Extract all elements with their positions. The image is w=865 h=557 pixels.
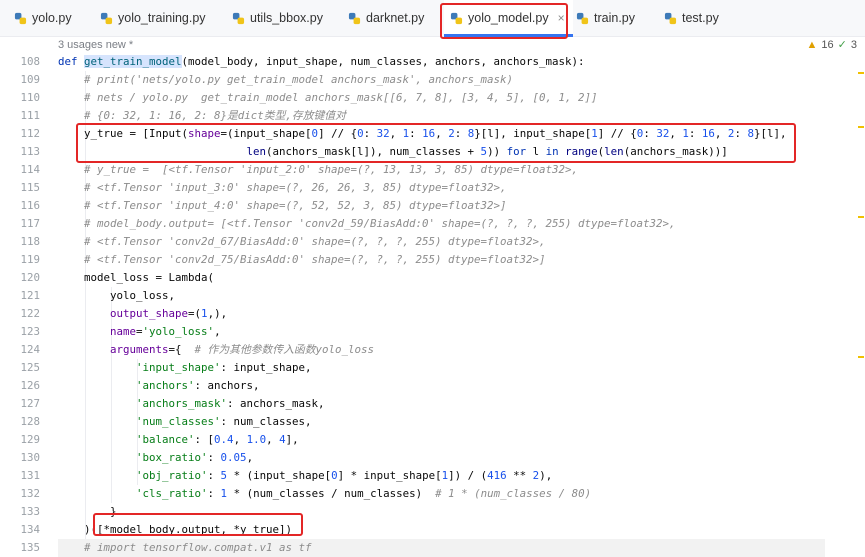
- line-number: 114: [20, 163, 40, 176]
- tab-label: yolo.py: [32, 11, 72, 25]
- line-number: 113: [20, 145, 40, 158]
- code-line-111[interactable]: # {0: 32, 1: 16, 2: 8}是dict类型,存放键值对: [58, 107, 346, 125]
- code-line-127[interactable]: 'anchors_mask': anchors_mask,: [58, 395, 325, 413]
- python-file-icon: [664, 12, 677, 24]
- code-line-133[interactable]: }: [58, 503, 117, 521]
- tab-label: train.py: [594, 11, 635, 25]
- line-number: 132: [20, 487, 40, 500]
- line-number: 130: [20, 451, 40, 464]
- line-number: 129: [20, 433, 40, 446]
- code-line-125[interactable]: 'input_shape': input_shape,: [58, 359, 312, 377]
- code-line-123[interactable]: name='yolo_loss',: [58, 323, 221, 341]
- tab-label: darknet.py: [366, 11, 425, 25]
- python-file-icon: [14, 12, 27, 24]
- code-line-120[interactable]: model_loss = Lambda(: [58, 269, 214, 287]
- line-number: 133: [20, 505, 40, 518]
- code-line-117[interactable]: # model_body.output= [<tf.Tensor 'conv2d…: [58, 215, 676, 233]
- line-number: 127: [20, 397, 40, 410]
- tab-label: utils_bbox.py: [250, 11, 323, 25]
- tab-test-py[interactable]: test.py: [664, 0, 719, 36]
- line-number: 131: [20, 469, 40, 482]
- code-line-121[interactable]: yolo_loss,: [58, 287, 175, 305]
- code-line-130[interactable]: 'box_ratio': 0.05,: [58, 449, 253, 467]
- code-line-124[interactable]: arguments={ # 作为其他参数传入函数yolo_loss: [58, 341, 374, 359]
- tab-darknet-py[interactable]: darknet.py: [348, 0, 424, 36]
- line-number: 135: [20, 541, 40, 554]
- line-number: 112: [20, 127, 40, 140]
- tab-yolo-py[interactable]: yolo.py: [14, 0, 72, 36]
- line-number: 126: [20, 379, 40, 392]
- python-file-icon: [348, 12, 361, 24]
- line-number: 117: [20, 217, 40, 230]
- code-line-113[interactable]: len(anchors_mask[l]), num_classes + 5)) …: [58, 143, 728, 161]
- close-tab-icon[interactable]: ×: [558, 11, 565, 25]
- code-line-108[interactable]: def get_train_model(model_body, input_sh…: [58, 53, 585, 71]
- line-number: 122: [20, 307, 40, 320]
- line-number: 134: [20, 523, 40, 536]
- tab-train-py[interactable]: train.py: [576, 0, 635, 36]
- line-number: 121: [20, 289, 40, 302]
- code-line-119[interactable]: # <tf.Tensor 'conv2d_75/BiasAdd:0' shape…: [58, 251, 546, 269]
- line-number: 119: [20, 253, 40, 266]
- warning-stripe-mark[interactable]: [858, 356, 864, 358]
- function-name-highlight: get_train_model: [84, 55, 182, 68]
- code-line-110[interactable]: # nets / yolo.py get_train_model anchors…: [58, 89, 598, 107]
- warning-stripe-mark[interactable]: [858, 72, 864, 74]
- python-file-icon: [100, 12, 113, 24]
- line-number: 123: [20, 325, 40, 338]
- line-number: 108: [20, 55, 40, 68]
- code-line-126[interactable]: 'anchors': anchors,: [58, 377, 260, 395]
- line-number: 118: [20, 235, 40, 248]
- line-number: 110: [20, 91, 40, 104]
- python-file-icon: [576, 12, 589, 24]
- line-number: 116: [20, 199, 40, 212]
- code-line-116[interactable]: # <tf.Tensor 'input_4:0' shape=(?, 52, 5…: [58, 197, 507, 215]
- line-number: 125: [20, 361, 40, 374]
- tab-yolo-training-py[interactable]: yolo_training.py: [100, 0, 206, 36]
- error-stripe[interactable]: [857, 56, 865, 549]
- code-line-114[interactable]: # y_true = [<tf.Tensor 'input_2:0' shape…: [58, 161, 578, 179]
- tab-label: yolo_model.py: [468, 11, 549, 25]
- line-number: 111: [20, 109, 40, 122]
- tab-utils-bbox-py[interactable]: utils_bbox.py: [232, 0, 323, 36]
- code-line-118[interactable]: # <tf.Tensor 'conv2d_67/BiasAdd:0' shape…: [58, 233, 546, 251]
- code-line-115[interactable]: # <tf.Tensor 'input_3:0' shape=(?, 26, 2…: [58, 179, 507, 197]
- code-line-135[interactable]: # import tensorflow.compat.v1 as tf: [58, 539, 825, 557]
- line-number: 124: [20, 343, 40, 356]
- code-line-131[interactable]: 'obj_ratio': 5 * (input_shape[0] * input…: [58, 467, 552, 485]
- line-number: 128: [20, 415, 40, 428]
- code-line-109[interactable]: # print('nets/yolo.py get_train_model an…: [58, 71, 513, 89]
- warning-stripe-mark[interactable]: [858, 126, 864, 128]
- tab-label: test.py: [682, 11, 719, 25]
- tab-yolo-model-py[interactable]: yolo_model.py ×: [444, 0, 573, 37]
- line-number-gutter: 108 109 110 111 112 113 114 115 116 117 …: [0, 37, 47, 554]
- python-file-icon: [232, 12, 245, 24]
- warning-stripe-mark[interactable]: [858, 216, 864, 218]
- editor-tab-bar: yolo.py yolo_training.py utils_bbox.py d…: [0, 0, 865, 37]
- code-line-128[interactable]: 'num_classes': num_classes,: [58, 413, 312, 431]
- tab-label: yolo_training.py: [118, 11, 206, 25]
- code-editor[interactable]: def get_train_model(model_body, input_sh…: [58, 37, 865, 557]
- code-line-122[interactable]: output_shape=(1,),: [58, 305, 227, 323]
- line-number: 109: [20, 73, 40, 86]
- code-line-134[interactable]: )([*model_body.output, *y_true]): [58, 521, 292, 539]
- code-line-132[interactable]: 'cls_ratio': 1 * (num_classes / num_clas…: [58, 485, 591, 503]
- code-line-129[interactable]: 'balance': [0.4, 1.0, 4],: [58, 431, 299, 449]
- line-number: 115: [20, 181, 40, 194]
- python-file-icon: [450, 12, 463, 24]
- code-line-112[interactable]: y_true = [Input(shape=(input_shape[0] //…: [58, 125, 786, 143]
- line-number: 120: [20, 271, 40, 284]
